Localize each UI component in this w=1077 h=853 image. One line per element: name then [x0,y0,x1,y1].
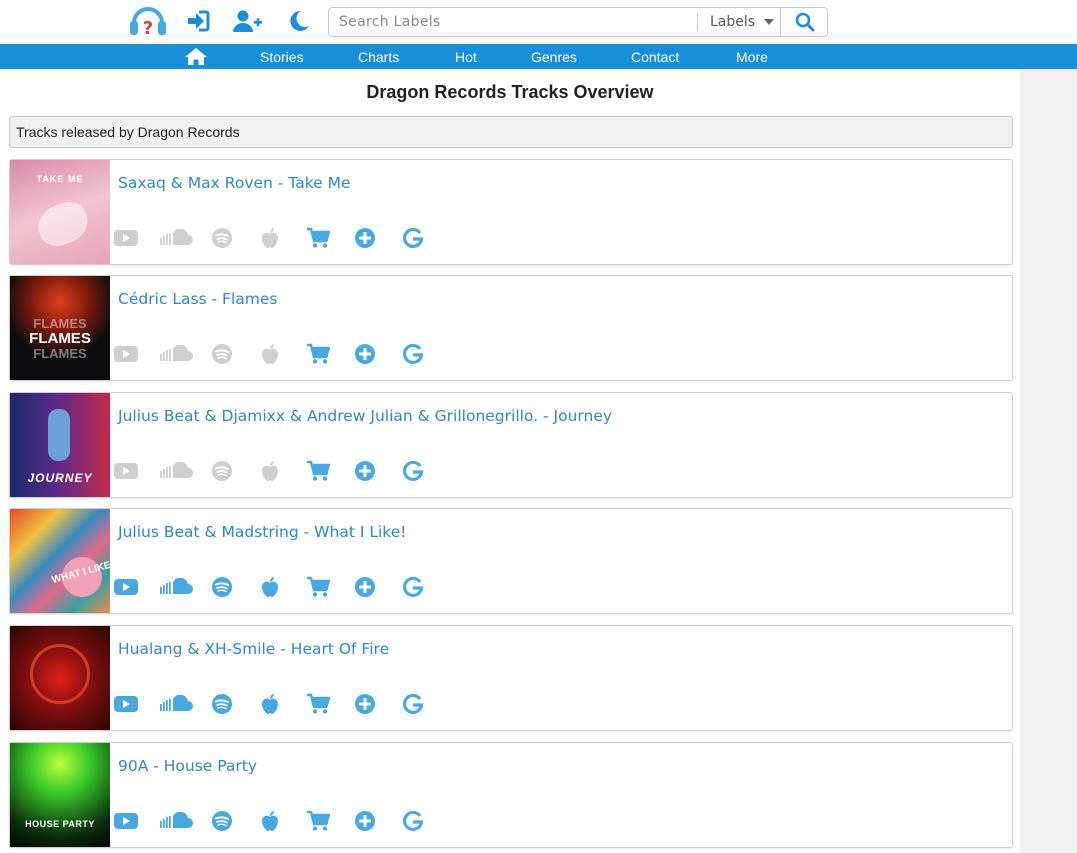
spotify-icon[interactable] [209,341,235,367]
cart-icon[interactable] [305,808,331,834]
cart-icon[interactable] [305,458,331,484]
top-bar: ? Labels [0,0,1077,44]
youtube-icon[interactable] [113,691,139,717]
google-icon[interactable] [400,808,426,834]
search-category-select[interactable]: Labels [698,8,780,36]
spotify-icon[interactable] [209,574,235,600]
apple-icon[interactable] [257,691,283,717]
track-title-link[interactable]: Julius Beat & Djamixx & Andrew Julian & … [118,407,612,425]
track-card: WHAT I LIKE! Julius Beat & Madstring - W… [9,508,1013,614]
search-button[interactable] [780,7,829,37]
page-subtitle: Tracks released by Dragon Records [9,116,1013,148]
nav-hot[interactable]: Hot [455,44,477,69]
cover-image[interactable]: FLAMES FLAMES FLAMES [10,276,110,380]
apple-icon[interactable] [257,225,283,251]
page-gutter [1020,68,1077,853]
track-card: Hualang & XH-Smile - Heart Of Fire [9,625,1013,731]
soundcloud-icon[interactable] [159,341,193,367]
nav-more[interactable]: More [736,44,768,69]
soundcloud-icon[interactable] [159,574,193,600]
apple-icon[interactable] [257,574,283,600]
cover-image[interactable]: TAKE ME [10,160,110,264]
spotify-icon[interactable] [209,225,235,251]
main-nav: Stories Charts Hot Genres Contact More [0,44,1077,69]
cover-text: TAKE ME [36,174,84,184]
spotify-icon[interactable] [209,458,235,484]
apple-icon[interactable] [257,341,283,367]
track-card: HOUSE PARTY 90A - House Party [9,742,1013,848]
youtube-icon[interactable] [113,574,139,600]
cover-text: JOURNEY [27,471,93,485]
help-headphones-icon[interactable]: ? [128,3,168,39]
google-icon[interactable] [400,225,426,251]
track-title-link[interactable]: Cédric Lass - Flames [118,290,278,308]
soundcloud-icon[interactable] [159,225,193,251]
google-icon[interactable] [400,574,426,600]
plus-circle-icon[interactable] [352,225,378,251]
login-icon[interactable] [186,9,210,33]
plus-circle-icon[interactable] [352,341,378,367]
cover-image[interactable]: WHAT I LIKE! [10,509,110,613]
apple-icon[interactable] [257,808,283,834]
cover-text-shadow-top: FLAMES [33,316,87,331]
track-title-link[interactable]: Julius Beat & Madstring - What I Like! [118,523,406,541]
add-user-icon[interactable] [233,9,263,33]
home-icon[interactable] [184,47,208,70]
search-input[interactable] [329,8,697,36]
spotify-icon[interactable] [209,691,235,717]
track-title-link[interactable]: Hualang & XH-Smile - Heart Of Fire [118,640,389,658]
cover-image[interactable] [10,626,110,730]
google-icon[interactable] [400,691,426,717]
track-card: FLAMES FLAMES FLAMES Cédric Lass - Flame… [9,275,1013,381]
track-title-link[interactable]: 90A - House Party [118,757,257,775]
spotify-icon[interactable] [209,808,235,834]
plus-circle-icon[interactable] [352,808,378,834]
dark-mode-moon-icon[interactable] [287,9,311,33]
cart-icon[interactable] [305,691,331,717]
page-title: Dragon Records Tracks Overview [366,82,654,102]
soundcloud-icon[interactable] [159,691,193,717]
svg-text:?: ? [143,18,153,39]
cart-icon[interactable] [305,225,331,251]
youtube-icon[interactable] [113,225,139,251]
cover-text: FLAMES [29,330,91,347]
track-card: TAKE ME Saxaq & Max Roven - Take Me [9,159,1013,265]
cover-text: HOUSE PARTY [25,819,95,829]
search-bar: Labels [328,7,828,37]
track-card: JOURNEY Julius Beat & Djamixx & Andrew J… [9,392,1013,498]
plus-circle-icon[interactable] [352,458,378,484]
chevron-down-icon [764,19,774,25]
apple-icon[interactable] [257,458,283,484]
plus-circle-icon[interactable] [352,691,378,717]
youtube-icon[interactable] [113,458,139,484]
google-icon[interactable] [400,458,426,484]
track-title-link[interactable]: Saxaq & Max Roven - Take Me [118,174,351,192]
nav-contact[interactable]: Contact [631,44,679,69]
youtube-icon[interactable] [113,341,139,367]
google-icon[interactable] [400,341,426,367]
cart-icon[interactable] [305,341,331,367]
youtube-icon[interactable] [113,808,139,834]
cart-icon[interactable] [305,574,331,600]
cover-image[interactable]: HOUSE PARTY [10,743,110,847]
nav-genres[interactable]: Genres [531,44,577,69]
search-category-label: Labels [710,14,756,30]
plus-circle-icon[interactable] [352,574,378,600]
soundcloud-icon[interactable] [159,458,193,484]
cover-text-shadow-bottom: FLAMES [33,346,87,361]
soundcloud-icon[interactable] [159,808,193,834]
nav-stories[interactable]: Stories [260,44,304,69]
cover-image[interactable]: JOURNEY [10,393,110,497]
search-icon [795,12,815,32]
nav-charts[interactable]: Charts [358,44,399,69]
